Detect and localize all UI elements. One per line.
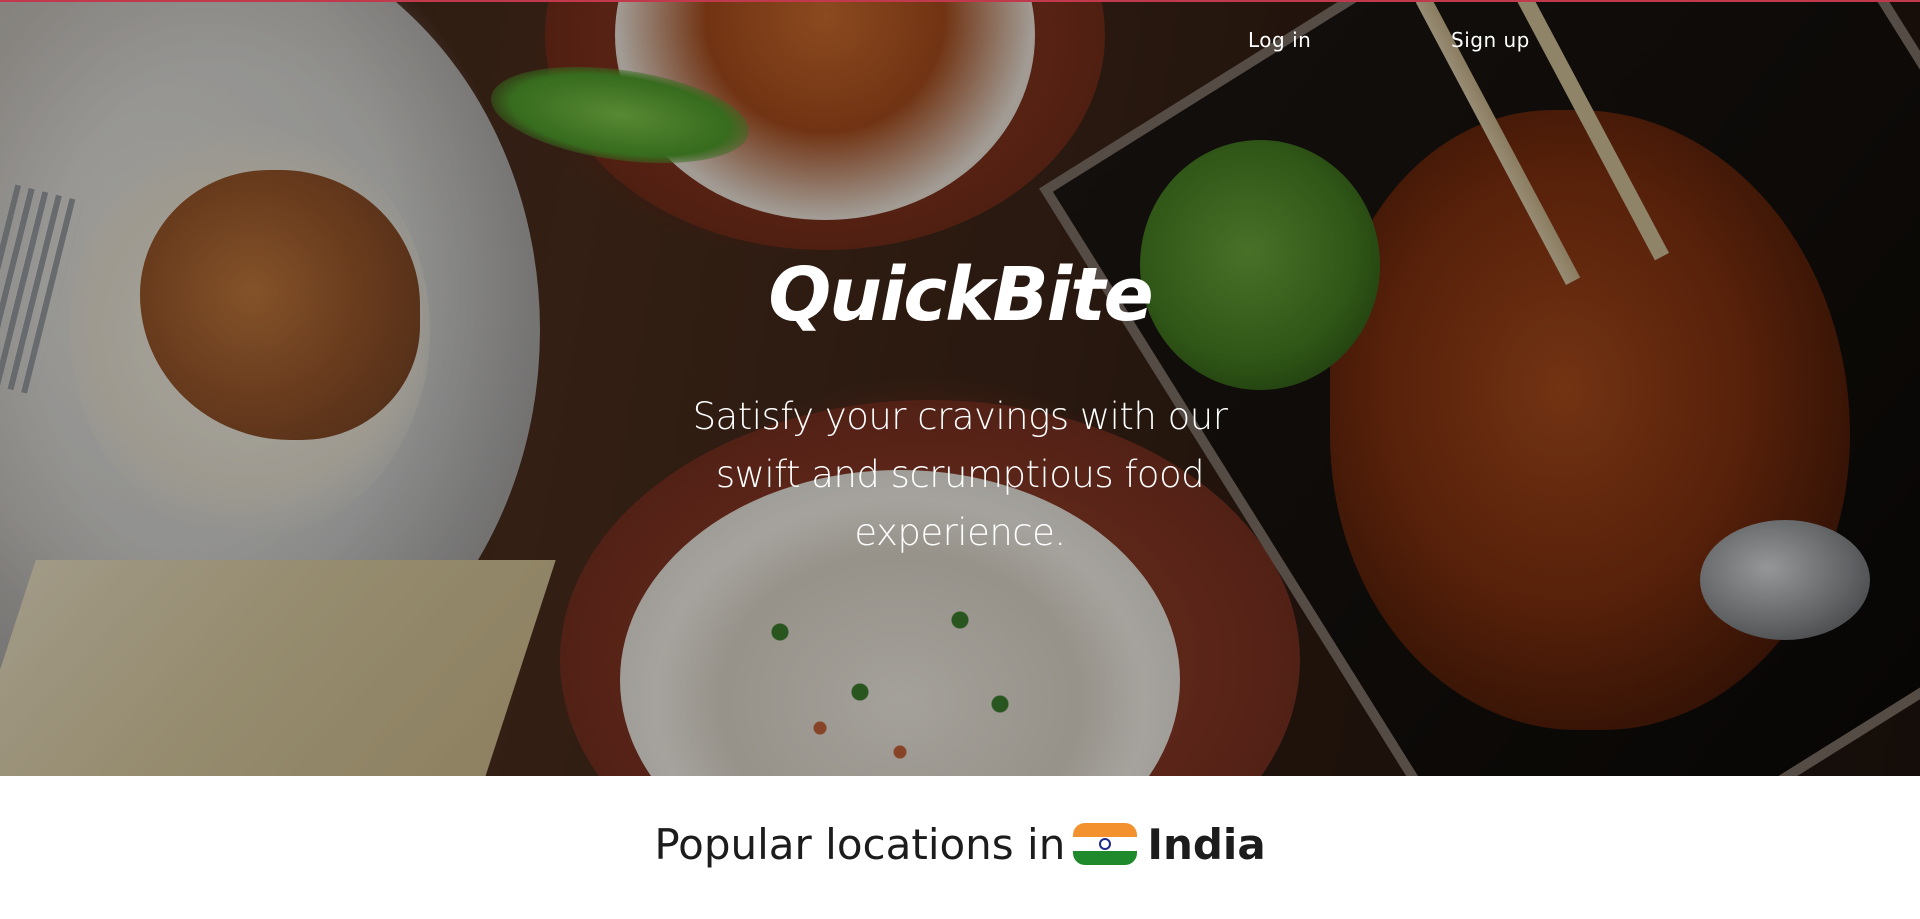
signup-link[interactable]: Sign up <box>1451 28 1530 52</box>
top-accent-line <box>0 0 1920 2</box>
brand-logo: QuickBite <box>768 252 1153 338</box>
country-name: India <box>1147 820 1266 869</box>
popular-locations-heading: Popular locations in India <box>0 820 1920 869</box>
india-flag-icon <box>1073 823 1138 865</box>
login-link[interactable]: Log in <box>1248 28 1311 52</box>
hero-tagline: Satisfy your cravings with our swift and… <box>692 395 1228 554</box>
hero-banner: Log in Sign up QuickBite Satisfy your cr… <box>0 0 1920 776</box>
popular-locations-prefix: Popular locations in <box>654 820 1066 869</box>
